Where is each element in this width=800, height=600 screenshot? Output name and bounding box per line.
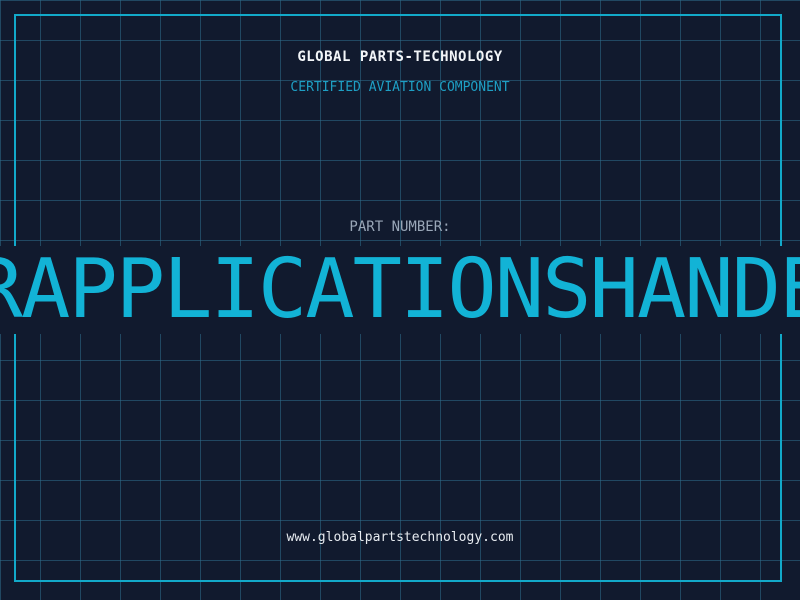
part-number-label: PART NUMBER: <box>349 219 451 235</box>
part-number-band: ARAPPLICATIONSHANDEB <box>0 246 800 334</box>
certification-subtitle: CERTIFIED AVIATION COMPONENT <box>290 80 510 95</box>
website-url: www.globalpartstechnology.com <box>286 530 514 545</box>
company-name: GLOBAL PARTS-TECHNOLOGY <box>297 49 503 65</box>
part-number-value: ARAPPLICATIONSHANDEB <box>0 246 800 334</box>
certificate-card: GLOBAL PARTS-TECHNOLOGY CERTIFIED AVIATI… <box>0 0 800 600</box>
